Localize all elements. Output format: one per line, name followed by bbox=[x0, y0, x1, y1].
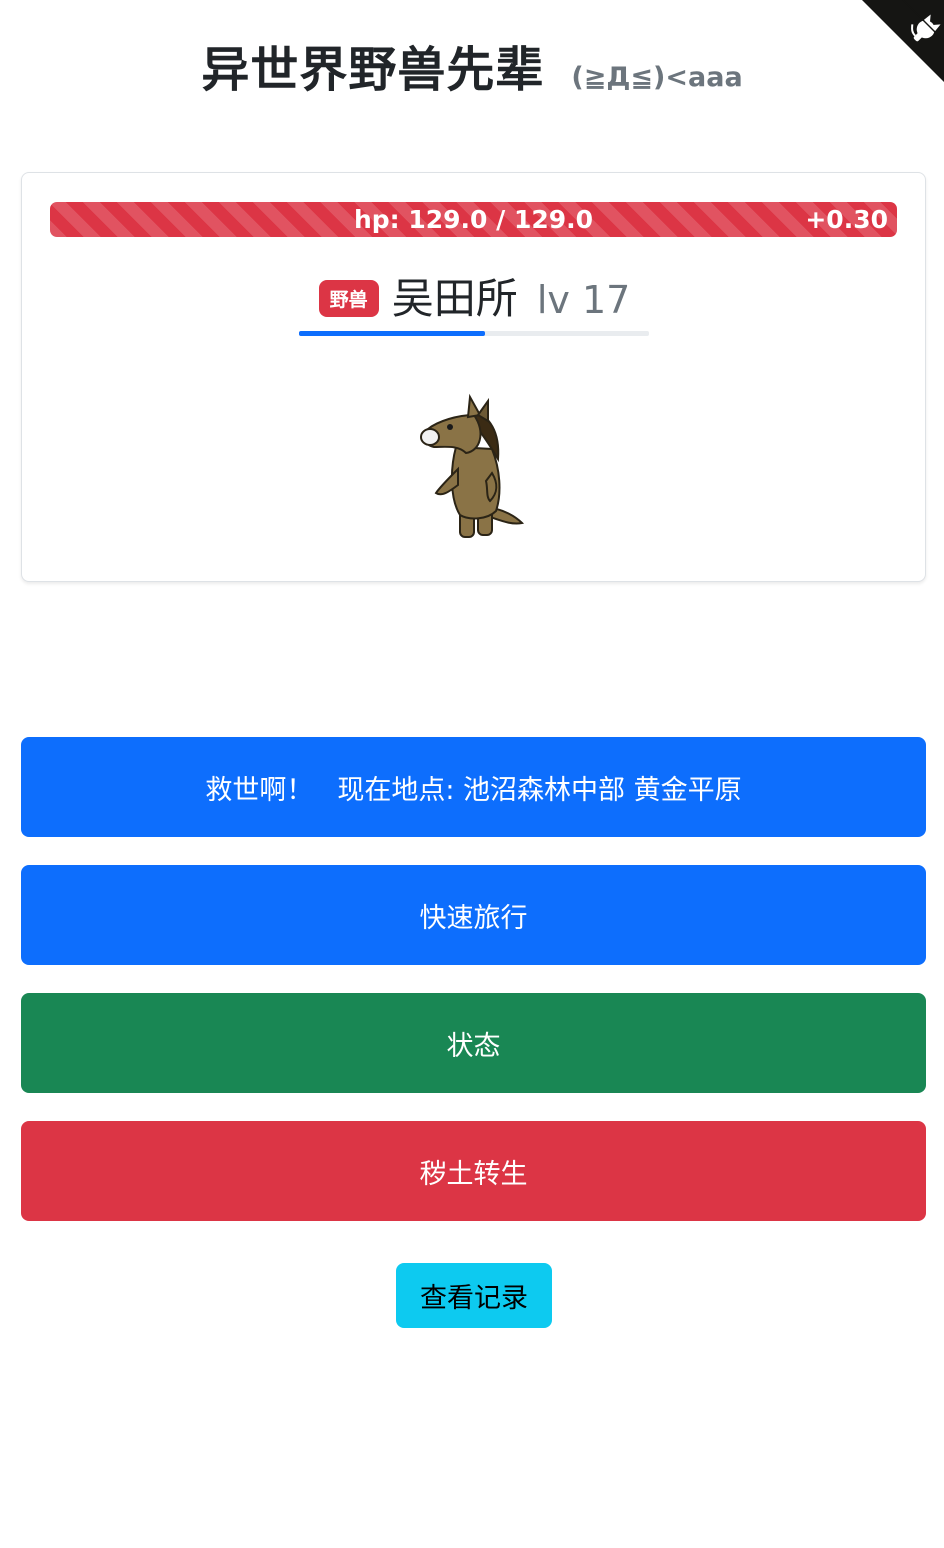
xp-progress-bar bbox=[299, 331, 649, 336]
reincarnate-button[interactable]: 秽土转生 bbox=[21, 1121, 926, 1221]
monster-level: lv 17 bbox=[536, 278, 631, 322]
hp-bar: hp: 129.0 / 129.0 +0.30 bbox=[50, 202, 897, 237]
hp-text: hp: 129.0 / 129.0 bbox=[353, 205, 594, 234]
status-label: 状态 bbox=[446, 1030, 501, 1062]
status-button[interactable]: 状态 bbox=[21, 993, 926, 1093]
page-subtitle: (≧Д≦)<aaa bbox=[571, 62, 743, 93]
current-location-label: 现在地点: 池沼森林中部 黄金平原 bbox=[337, 774, 742, 806]
xp-progress-fill bbox=[299, 331, 485, 336]
fast-travel-button[interactable]: 快速旅行 bbox=[21, 865, 926, 965]
monster-name-row: 野兽 吴田所 lv 17 bbox=[22, 265, 927, 326]
save-world-button[interactable]: 救世啊！ 现在地点: 池沼森林中部 黄金平原 bbox=[21, 737, 926, 837]
reincarnate-label: 秽土转生 bbox=[419, 1158, 528, 1190]
page-title: 异世界野兽先辈 bbox=[201, 42, 545, 98]
view-log-label: 查看记录 bbox=[420, 1283, 528, 1314]
hp-regen: +0.30 bbox=[805, 205, 888, 234]
page-header: 异世界野兽先辈 (≧Д≦)<aaa bbox=[0, 30, 944, 100]
horse-creature-image bbox=[420, 393, 525, 538]
monster-name: 吴田所 bbox=[391, 274, 518, 323]
fast-travel-label: 快速旅行 bbox=[419, 902, 528, 934]
monster-type-badge: 野兽 bbox=[318, 280, 379, 317]
save-world-label: 救世啊！ bbox=[205, 774, 314, 806]
monster-card: hp: 129.0 / 129.0 +0.30 野兽 吴田所 lv 17 bbox=[21, 172, 926, 582]
view-log-button[interactable]: 查看记录 bbox=[396, 1263, 552, 1328]
